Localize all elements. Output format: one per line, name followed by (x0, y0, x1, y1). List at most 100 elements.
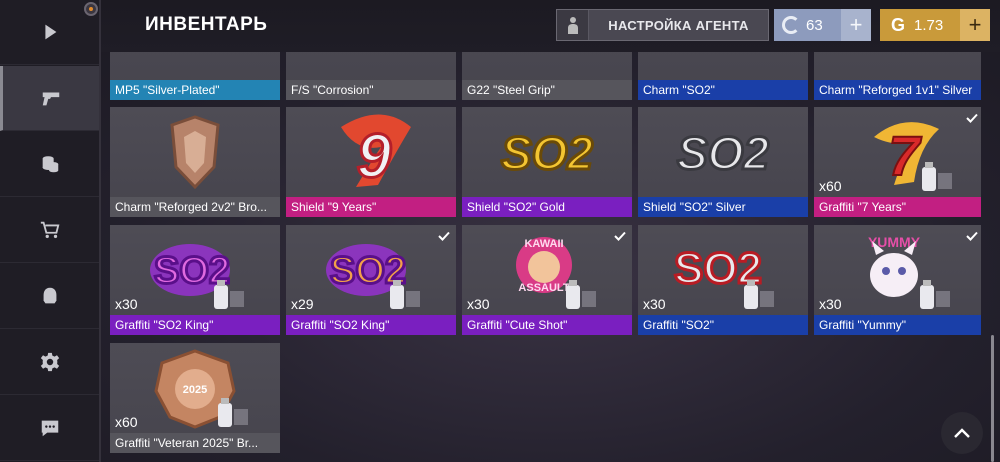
svg-text:KAWAII: KAWAII (524, 238, 563, 250)
gold-coin-icon: G (890, 14, 905, 35)
seven-years-graffiti-image: 7 (874, 122, 952, 191)
inventory-item[interactable]: YUMMY x30 Graffiti "Yummy" (814, 225, 981, 335)
checkmark-icon (966, 113, 978, 123)
checkmark-icon (438, 231, 450, 241)
item-image (814, 52, 981, 82)
item-name: Graffiti "Cute Shot" (462, 315, 632, 335)
sidebar-item-inventory[interactable] (0, 66, 99, 131)
item-name: Graffiti "SO2 King" (110, 315, 280, 335)
inventory-item[interactable]: 7 x60 Graffiti "7 Years" (814, 107, 981, 217)
inventory-item[interactable]: G22 "Steel Grip" (462, 52, 632, 100)
inventory-item[interactable]: Charm "SO2" (638, 52, 808, 100)
item-name: Shield "9 Years" (286, 197, 456, 217)
item-name: F/S "Corrosion" (286, 80, 456, 100)
gold-amount: 1.73 (914, 16, 944, 34)
item-quantity: x29 (291, 296, 314, 312)
pistol-icon (42, 92, 60, 106)
item-name: Graffiti "Veteran 2025" Br... (110, 433, 280, 453)
gear-icon (40, 352, 59, 372)
checkmark-icon (966, 231, 978, 241)
so2-king-graffiti-image: SO2 (326, 244, 420, 309)
inventory-item[interactable]: Charm "Reforged 1v1" Silver (814, 52, 981, 100)
play-icon (44, 24, 56, 40)
item-name: Graffiti "7 Years" (814, 197, 981, 217)
item-quantity: x60 (819, 178, 842, 194)
inventory-item[interactable]: MP5 "Silver-Plated" (110, 52, 280, 100)
svg-text:7: 7 (888, 124, 922, 187)
so2-king-graffiti-image: SO2 (150, 244, 244, 309)
item-image: SO2 (675, 126, 770, 181)
item-name: Shield "SO2" Silver (638, 197, 808, 217)
item-name: Graffiti "SO2 King" (286, 315, 456, 335)
scroll-to-top-button[interactable] (941, 412, 983, 454)
so2-logo: SO2 (677, 127, 769, 179)
item-image (638, 52, 808, 82)
sidebar-item-chat[interactable] (0, 396, 99, 461)
inventory-item[interactable]: SO2 Shield "SO2" Gold (462, 107, 632, 217)
inventory-item[interactable]: Charm "Reforged 2v2" Bro... (110, 107, 280, 217)
agent-settings-button[interactable]: НАСТРОЙКА АГЕНТА (556, 9, 769, 41)
sidebar-item-settings[interactable] (0, 330, 99, 395)
spray-can-icon (920, 280, 950, 309)
silver-coin-icon (782, 16, 800, 34)
item-name: Graffiti "SO2" (638, 315, 808, 335)
item-name: Charm "Reforged 1v1" Silver (814, 80, 981, 100)
sidebar-item-shop[interactable] (0, 198, 99, 263)
item-name: Charm "SO2" (638, 80, 808, 100)
item-name: Shield "SO2" Gold (462, 197, 632, 217)
checkmark-icon (614, 231, 626, 241)
top-bar: ИНВЕНТАРЬ НАСТРОЙКА АГЕНТА 63 + G 1.73 + (101, 0, 1000, 52)
so2-logo: SO2 (501, 127, 593, 179)
inventory-item[interactable]: SO2 x30 Graffiti "SO2 King" (110, 225, 280, 335)
item-image (110, 52, 280, 82)
agent-settings-label: НАСТРОЙКА АГЕНТА (608, 17, 749, 33)
item-image (462, 52, 632, 82)
item-quantity: x30 (819, 296, 842, 312)
inventory-item[interactable]: 2025 x60 Graffiti "Veteran 2025" Br... (110, 343, 280, 453)
item-name: Charm "Reforged 2v2" Bro... (110, 197, 280, 217)
item-image (286, 52, 456, 82)
silver-currency: 63 + (774, 9, 871, 41)
inventory-item[interactable]: SO2 Shield "SO2" Silver (638, 107, 808, 217)
item-image: 9 (341, 114, 411, 193)
clan-icon (43, 287, 56, 304)
inventory-item[interactable]: 9 Shield "9 Years" (286, 107, 456, 217)
sidebar (0, 0, 101, 462)
bronze-charm-image (170, 115, 220, 190)
page-title: ИНВЕНТАРЬ (145, 14, 268, 35)
silver-amount: 63 (806, 16, 823, 34)
veteran-graffiti-image: 2025 (154, 349, 248, 429)
spray-can-icon (566, 280, 596, 309)
sidebar-item-coins[interactable] (0, 132, 99, 197)
so2-graffiti-image: SO2 (672, 243, 774, 309)
agent-icon (557, 10, 589, 40)
item-image: SO2 (499, 126, 594, 181)
item-name: Graffiti "Yummy" (814, 315, 981, 335)
svg-text:2025: 2025 (183, 384, 207, 396)
item-name: G22 "Steel Grip" (462, 80, 632, 100)
svg-text:9: 9 (357, 122, 392, 191)
item-quantity: x60 (115, 414, 138, 430)
inventory-item[interactable]: SO2 x30 Graffiti "SO2" (638, 225, 808, 335)
sidebar-item-clan[interactable] (0, 264, 99, 329)
spray-can-icon (922, 162, 952, 191)
chat-icon (41, 420, 58, 437)
gold-currency: G 1.73 + (880, 9, 990, 41)
sidebar-item-play[interactable] (0, 0, 99, 65)
inventory-item[interactable]: F/S "Corrosion" (286, 52, 456, 100)
item-quantity: x30 (643, 296, 666, 312)
add-gold-button[interactable]: + (960, 9, 990, 41)
coins-icon (42, 156, 58, 173)
item-quantity: x30 (115, 296, 138, 312)
cart-icon (40, 221, 59, 239)
add-silver-button[interactable]: + (841, 9, 871, 41)
item-quantity: x30 (467, 296, 490, 312)
svg-text:ASSAULT: ASSAULT (518, 282, 569, 294)
item-name: MP5 "Silver-Plated" (110, 80, 280, 100)
item-image (170, 115, 220, 190)
nine-years-shield-image: 9 (341, 114, 411, 193)
chevron-up-icon (954, 428, 970, 438)
inventory-item[interactable]: KAWAII ASSAULT x30 Graffiti "Cute Shot" (462, 225, 632, 335)
scrollbar[interactable] (991, 335, 994, 462)
inventory-item[interactable]: SO2 x29 Graffiti "SO2 King" (286, 225, 456, 335)
